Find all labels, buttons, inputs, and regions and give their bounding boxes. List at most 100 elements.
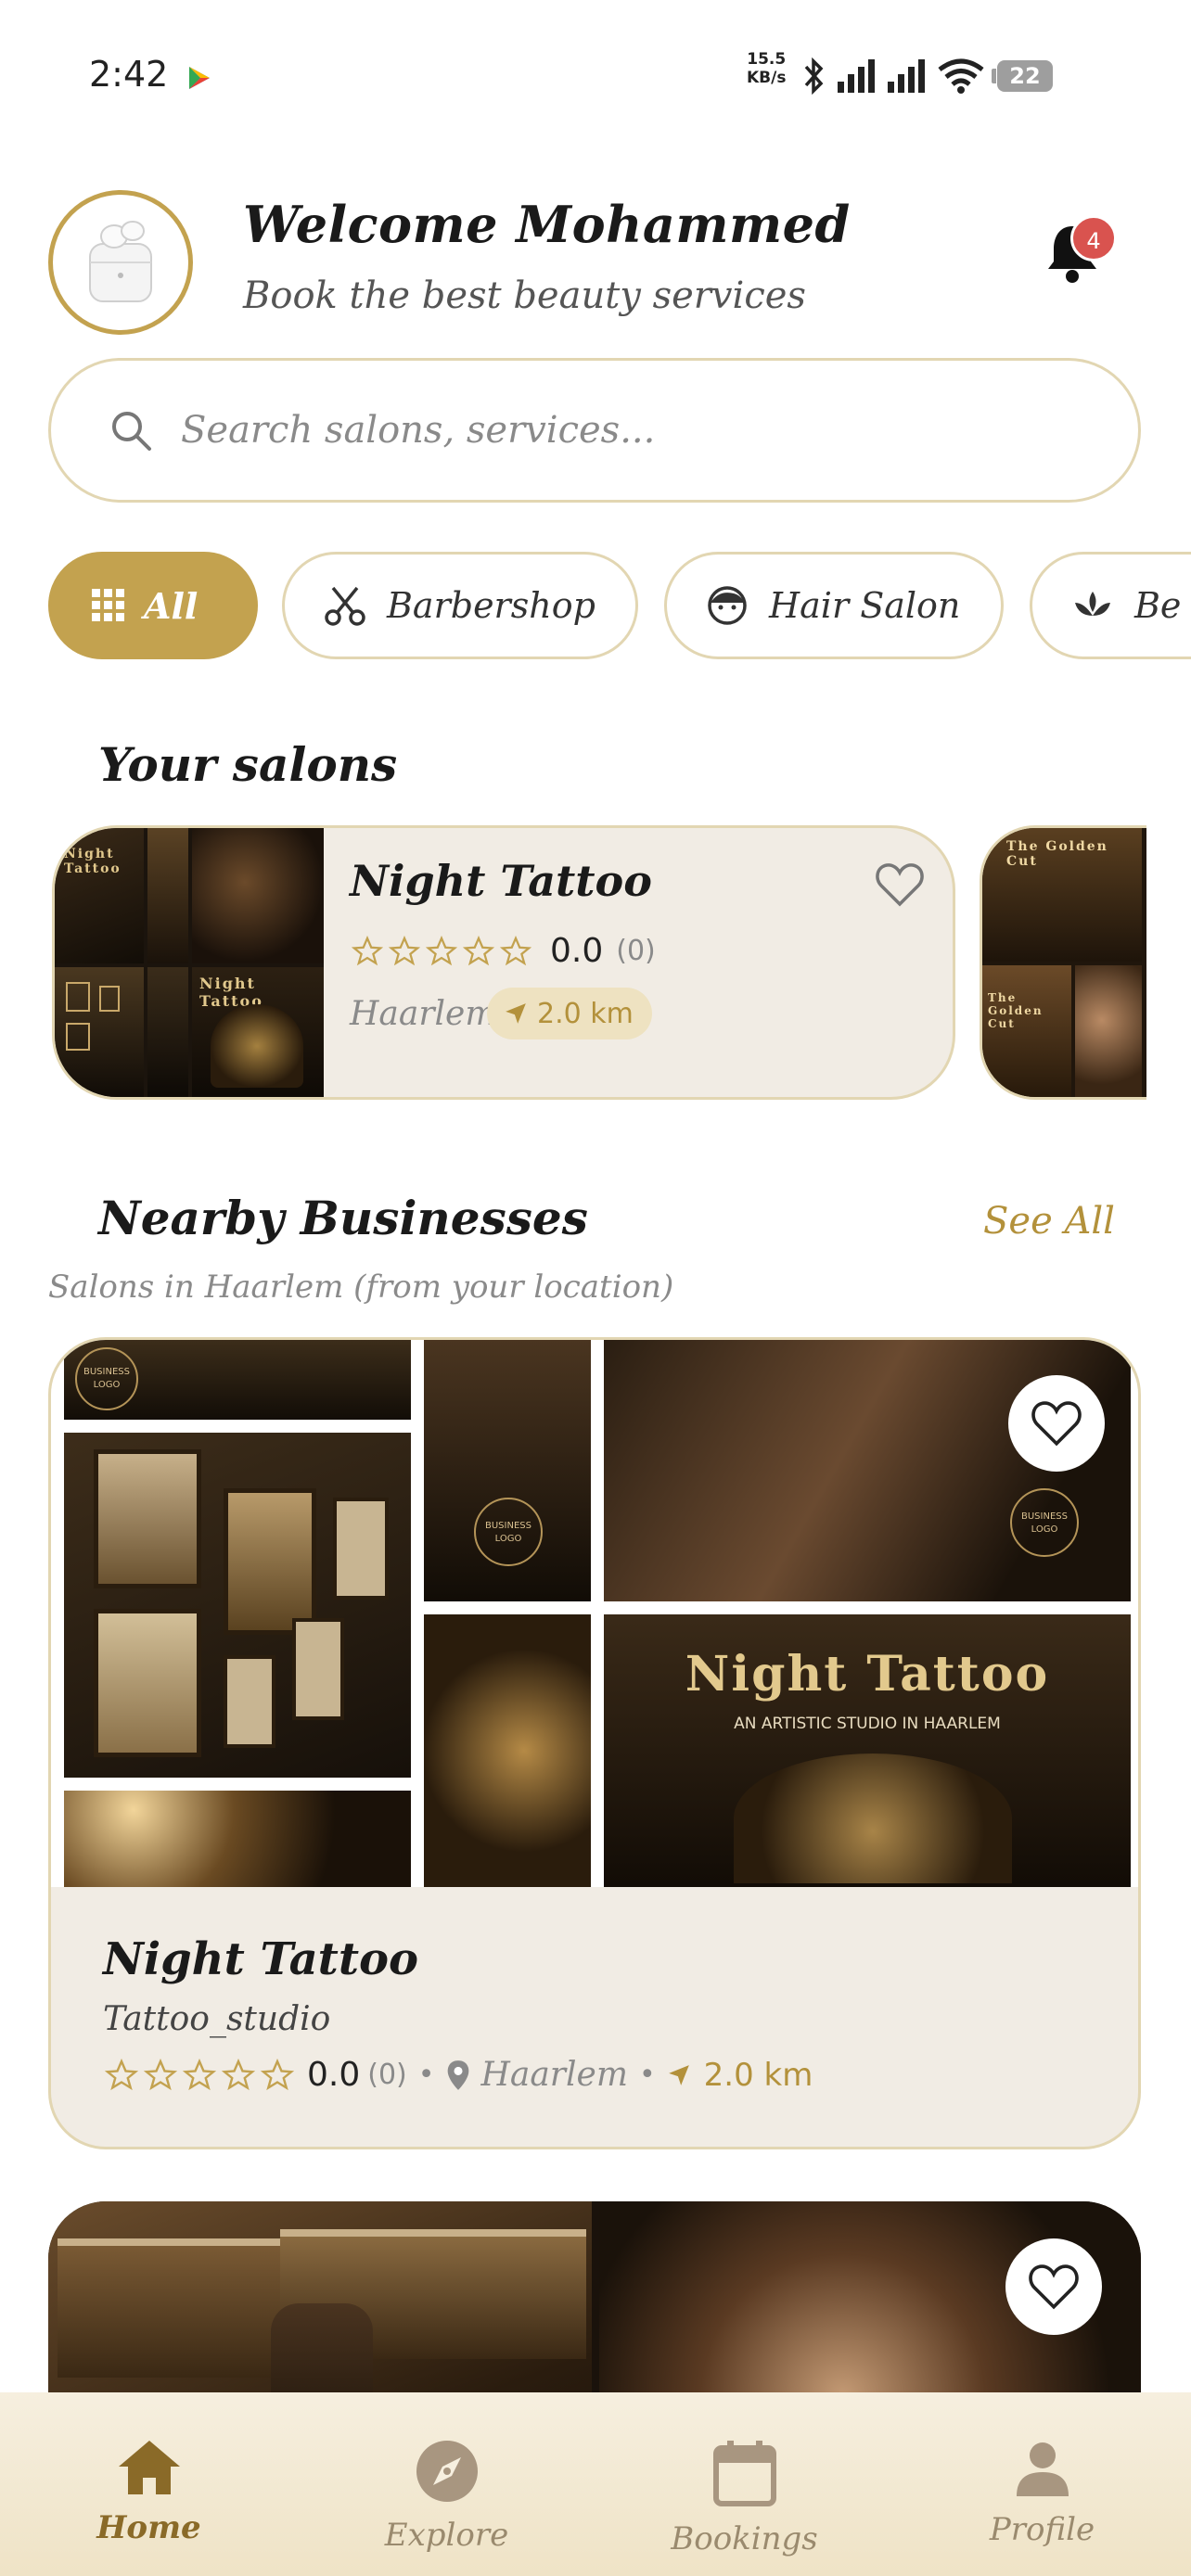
home-icon: [118, 2441, 180, 2494]
status-bar: 2:42 15.5 KB/s 22: [0, 0, 1191, 139]
business-city: Haarlem: [480, 2056, 628, 2094]
business-type: Tattoo_studio: [103, 2000, 331, 2038]
star-icon: [389, 935, 420, 965]
chip-barbershop-label: Barbershop: [387, 585, 596, 626]
nav-explore[interactable]: Explore: [298, 2392, 596, 2576]
business-name: Night Tattoo: [103, 1933, 419, 1985]
wifi-icon: [938, 58, 984, 94]
chip-hair-salon[interactable]: Hair Salon: [664, 552, 1004, 659]
chip-hair-salon-label: Hair Salon: [769, 585, 961, 626]
peek-image-text: The Golden Cut: [1006, 839, 1108, 869]
salon-rating: 0.0 (0): [352, 932, 656, 970]
collage-tile: [147, 967, 188, 1097]
bluetooth-icon: [804, 57, 824, 95]
chip-all[interactable]: All: [48, 552, 258, 659]
business-logo-mark: BUSINESS LOGO: [75, 1347, 138, 1410]
star-icon: [222, 2058, 255, 2090]
collage-tile: BUSINESS LOGO: [64, 1340, 411, 1420]
nav-bookings[interactable]: Bookings: [596, 2392, 893, 2576]
see-all-link[interactable]: See All: [983, 1200, 1115, 1243]
welcome-subtitle: Book the best beauty services: [243, 274, 806, 317]
search-bar[interactable]: [48, 358, 1141, 503]
distance-value: 2.0 km: [537, 997, 634, 1030]
collage-tile-text: Night Tattoo: [64, 847, 122, 876]
lotus-icon: [1075, 592, 1110, 616]
calendar-icon: [712, 2441, 776, 2506]
chip-barbershop[interactable]: Barbershop: [282, 552, 638, 659]
business-review-count: (0): [367, 2059, 407, 2091]
favorite-button[interactable]: [1008, 1375, 1105, 1472]
business-banner-title: Night Tattoo: [685, 1646, 1050, 1702]
avatar[interactable]: [48, 190, 193, 335]
heart-outline-icon[interactable]: [875, 861, 925, 908]
search-input[interactable]: [181, 409, 1016, 452]
business-meta: 0.0 (0) • Haarlem • 2.0 km: [105, 2056, 813, 2094]
star-icon: [463, 935, 494, 965]
collage-tile: [192, 828, 324, 963]
your-salons-title: Your salons: [98, 737, 398, 792]
peek-image-tile: [1075, 965, 1142, 1097]
nav-profile[interactable]: Profile: [893, 2392, 1191, 2576]
face-icon: [708, 586, 747, 625]
distance-badge: 2.0 km: [487, 988, 652, 1039]
nearby-title: Nearby Businesses: [98, 1191, 588, 1245]
business-rating-value: 0.0: [307, 2056, 361, 2094]
star-icon: [183, 2058, 216, 2090]
network-speed-value: 15.5: [747, 50, 787, 69]
salon-review-count: (0): [616, 935, 656, 967]
collage-tile: Night Tattoo: [55, 828, 144, 963]
separator-dot: •: [638, 2059, 656, 2091]
compass-icon: [416, 2441, 478, 2502]
navigation-arrow-icon: [506, 1003, 526, 1024]
bottom-navigation: Home Explore Bookings Profile: [0, 2392, 1191, 2576]
business-image-collage: BUSINESS LOGO BUSINESS LOGO BUSINESS LOG…: [51, 1340, 1138, 1887]
play-store-icon: [189, 67, 210, 89]
status-time: 2:42: [89, 54, 169, 95]
business-logo-mark: BUSINESS LOGO: [474, 1498, 543, 1566]
salon-name: Night Tattoo: [350, 856, 652, 906]
salon-city: Haarlem: [350, 995, 497, 1033]
business-card[interactable]: BUSINESS LOGO BUSINESS LOGO BUSINESS LOG…: [48, 1337, 1141, 2149]
collage-tile: Night Tattoo: [192, 967, 324, 1097]
collage-tile: BUSINESS LOGO: [424, 1340, 591, 1601]
business-banner-subtitle: AN ARTISTIC STUDIO IN HAARLEM: [734, 1715, 1001, 1733]
business-logo-mark: BUSINESS LOGO: [1010, 1488, 1079, 1557]
star-icon: [426, 935, 457, 965]
collage-tile: [64, 1433, 411, 1778]
separator-dot: •: [417, 2059, 435, 2091]
peek-image-text: The Golden Cut: [988, 991, 1044, 1030]
salon-rating-value: 0.0: [550, 932, 604, 970]
star-icon: [144, 2058, 177, 2090]
collage-tile: [147, 828, 188, 963]
welcome-title: Welcome Mohammed: [243, 195, 851, 254]
chip-all-label: All: [144, 584, 198, 627]
battery-indicator: 22: [992, 60, 1053, 92]
earbuds-case-icon: [89, 221, 152, 302]
navigation-arrow-icon: [668, 2064, 689, 2085]
grid-icon: [92, 589, 124, 621]
nav-home[interactable]: Home: [0, 2392, 298, 2576]
nav-explore-label: Explore: [384, 2517, 509, 2554]
nav-profile-label: Profile: [989, 2511, 1095, 2548]
star-icon: [500, 935, 531, 965]
chip-beauty[interactable]: Be: [1030, 552, 1191, 659]
network-speed-unit: KB/s: [747, 69, 787, 87]
collage-tile: [424, 1614, 591, 1887]
chip-beauty-label: Be: [1134, 585, 1182, 626]
salon-card[interactable]: Night Tattoo Night Tattoo Night Tattoo 0…: [52, 825, 955, 1100]
favorite-button[interactable]: [1005, 2238, 1102, 2335]
salon-card-peek[interactable]: The Golden Cut The Golden Cut: [980, 825, 1146, 1100]
nav-home-label: Home: [96, 2509, 201, 2546]
location-pin-icon: [448, 2060, 469, 2090]
star-icon: [352, 935, 383, 965]
peek-image-tile: The Golden Cut: [982, 965, 1071, 1097]
search-icon: [112, 412, 151, 451]
signal-icon: [838, 59, 875, 93]
network-speed: 15.5 KB/s: [747, 50, 786, 87]
heart-outline-icon: [1031, 1401, 1082, 1447]
salon-image-collage: Night Tattoo Night Tattoo: [55, 828, 324, 1097]
notification-badge: 4: [1070, 215, 1117, 261]
heart-outline-icon: [1029, 2264, 1079, 2310]
nearby-subtitle: Salons in Haarlem (from your location): [48, 1269, 674, 1306]
collage-tile: [64, 1791, 411, 1887]
